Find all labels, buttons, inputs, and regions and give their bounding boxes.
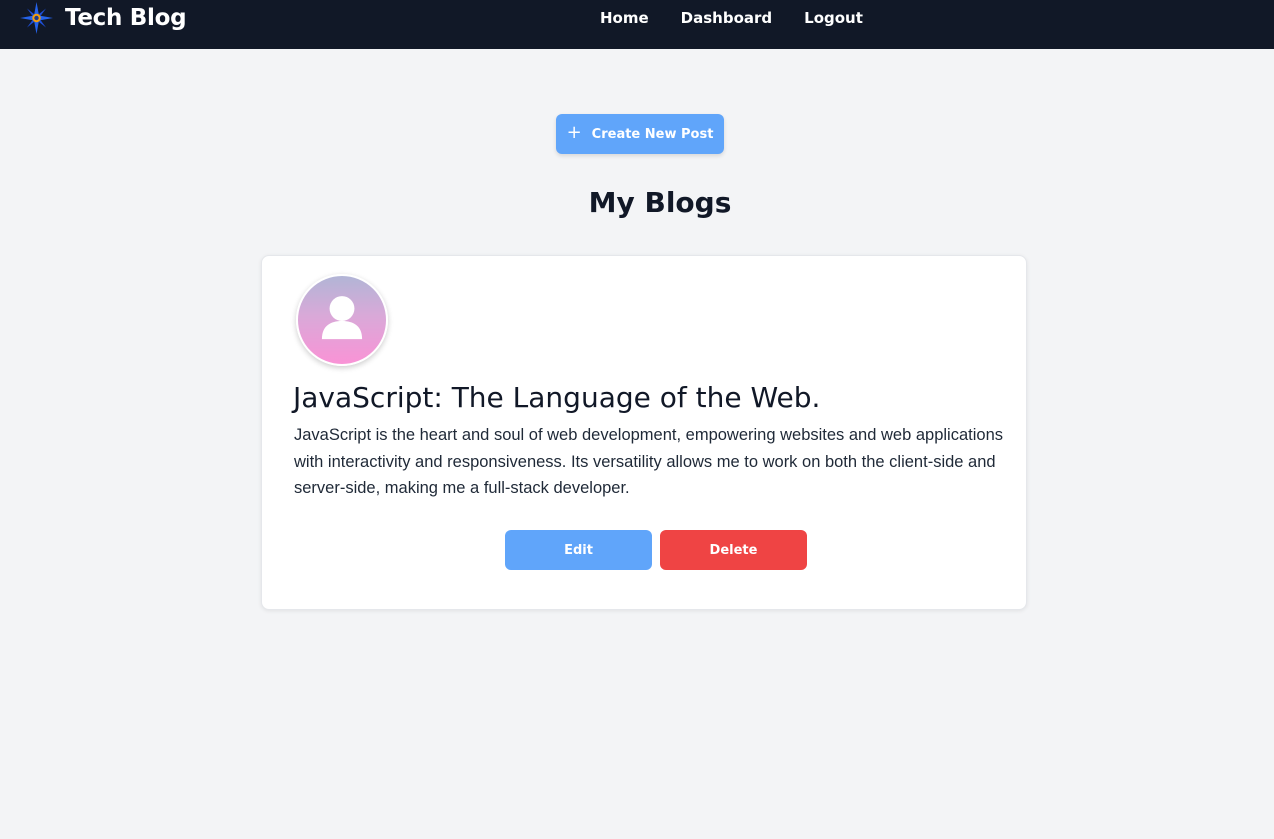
main-nav: Home Dashboard Logout	[600, 8, 863, 28]
delete-post-button[interactable]: Delete	[660, 530, 807, 570]
nav-dashboard-link[interactable]: Dashboard	[681, 9, 772, 27]
top-navbar: Tech Blog Home Dashboard Logout	[0, 0, 1274, 49]
edit-post-button[interactable]: Edit	[505, 530, 652, 570]
create-new-post-button[interactable]: + Create New Post	[556, 114, 724, 154]
user-avatar-icon	[296, 274, 388, 366]
user-silhouette-icon	[321, 296, 363, 340]
post-title: JavaScript: The Language of the Web.	[293, 381, 821, 414]
brand-name: Tech Blog	[65, 5, 187, 31]
nav-home-link[interactable]: Home	[600, 9, 649, 27]
nav-logout-link[interactable]: Logout	[804, 9, 863, 27]
compass-star-icon	[20, 2, 53, 34]
plus-icon: +	[566, 122, 582, 143]
brand-link[interactable]: Tech Blog	[20, 2, 187, 34]
blog-post-card: JavaScript: The Language of the Web. Jav…	[261, 255, 1027, 610]
create-new-post-label: Create New Post	[591, 126, 714, 142]
post-body: JavaScript is the heart and soul of web …	[294, 426, 1003, 497]
page-title: My Blogs	[588, 186, 732, 219]
